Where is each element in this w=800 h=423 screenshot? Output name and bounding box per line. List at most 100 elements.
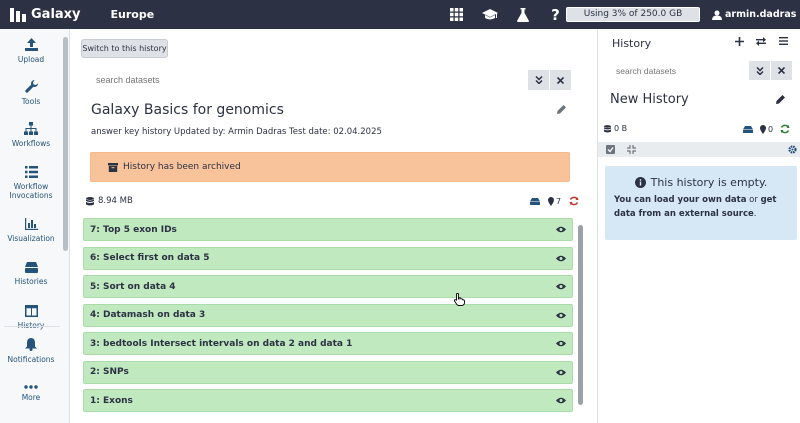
grid-icon[interactable]: [440, 0, 473, 29]
activity-bar: Upload Tools Workflows Workflow Invocati…: [0, 29, 70, 423]
deleted-filter[interactable]: [530, 197, 540, 205]
map-marker-icon: [760, 124, 766, 134]
dataset-item[interactable]: 5: Sort on data 4: [83, 275, 573, 298]
map-marker-icon: [548, 196, 554, 206]
dataset-list: 7: Top 5 exon IDs 6: Select first on dat…: [83, 218, 573, 418]
hdd-icon: [743, 125, 753, 133]
username: armin.dadras: [725, 9, 797, 20]
plus-icon[interactable]: [728, 37, 750, 46]
eye-icon[interactable]: [556, 283, 566, 290]
brand-logo[interactable]: Galaxy: [9, 7, 81, 23]
columns-icon: [24, 305, 38, 317]
quota-meter[interactable]: Using 3% of 250.0 GB: [566, 7, 700, 22]
dataset-list-scrollbar[interactable]: [578, 225, 583, 405]
user-menu[interactable]: armin.dadras: [712, 0, 796, 29]
check-square-icon[interactable]: [606, 145, 615, 154]
dataset-item[interactable]: 3: bedtools Intersect intervals on data …: [83, 332, 573, 355]
activity-notifications[interactable]: Notifications: [0, 338, 62, 364]
empty-history-body: You can load your own data or get data f…: [614, 195, 777, 219]
activity-visualization[interactable]: Visualization: [0, 218, 62, 243]
eye-icon[interactable]: [556, 226, 566, 233]
history-panel-title: History: [612, 37, 652, 50]
history-annotation: answer key history Updated by: Armin Dad…: [91, 127, 382, 137]
activity-tools[interactable]: Tools: [0, 80, 62, 106]
menu-icon[interactable]: [772, 37, 794, 46]
activity-upload[interactable]: Upload: [0, 38, 62, 64]
history-advanced-search-button[interactable]: [749, 61, 770, 80]
angle-double-down-icon: [534, 76, 543, 84]
history-size[interactable]: 8.94 MB: [86, 196, 133, 206]
masthead: Galaxy Europe ? Using 3% of 250.0 GB arm…: [0, 0, 800, 29]
eye-icon[interactable]: [556, 255, 566, 262]
get-data-link[interactable]: get: [761, 195, 777, 205]
eye-icon[interactable]: [556, 340, 566, 347]
database-icon: [24, 262, 38, 273]
archive-icon: [108, 162, 118, 172]
load-own-data-link[interactable]: You can load your own data: [614, 195, 746, 205]
current-history-size[interactable]: 0 B: [604, 124, 627, 133]
activity-histories[interactable]: Histories: [0, 262, 62, 286]
current-history-status: 0: [743, 124, 797, 134]
history-panel-search: [612, 61, 798, 80]
sitemap-icon: [24, 122, 38, 135]
hdd-icon: [530, 197, 540, 205]
exchange-icon[interactable]: [750, 37, 772, 46]
hidden-filter[interactable]: 0: [760, 124, 773, 134]
user-icon: [712, 10, 722, 20]
flask-icon[interactable]: [506, 0, 539, 29]
dataset-item[interactable]: 1: Exons: [83, 389, 573, 412]
clear-search-button[interactable]: [550, 70, 571, 90]
switch-to-history-button[interactable]: Switch to this history: [81, 39, 168, 58]
empty-history-title: This history is empty.: [613, 176, 789, 189]
edit-history-icon[interactable]: [557, 105, 566, 114]
center-search: [84, 70, 641, 90]
search-datasets-input[interactable]: [84, 70, 528, 90]
database-icon: [86, 196, 94, 205]
eye-icon[interactable]: [556, 312, 566, 319]
activity-scrollbar[interactable]: [63, 37, 68, 251]
hidden-filter[interactable]: 7: [548, 196, 561, 206]
dataset-item[interactable]: 2: SNPs: [83, 360, 573, 384]
activity-divider: [4, 326, 60, 327]
current-history-name: New History: [610, 92, 689, 107]
eye-icon[interactable]: [556, 369, 566, 376]
center-panel: Switch to this history Galaxy Basics for…: [70, 29, 595, 423]
activity-workflow-invocations[interactable]: Workflow Invocations: [0, 166, 62, 200]
instance-name[interactable]: Europe: [111, 8, 155, 21]
history-search-input[interactable]: [612, 61, 752, 80]
compress-icon[interactable]: [627, 145, 636, 154]
hand-pointer-cursor-icon: [454, 293, 465, 306]
history-status-counts: 7: [522, 196, 579, 206]
galaxy-logo-icon: [10, 7, 26, 22]
database-icon: [604, 124, 611, 132]
refresh-icon[interactable]: [569, 196, 579, 206]
bell-icon: [25, 338, 37, 351]
external-source-link[interactable]: data from an external source: [614, 209, 754, 219]
archived-notice: History has been archived: [90, 152, 570, 182]
close-icon: [778, 67, 785, 74]
dataset-item[interactable]: 6: Select first on data 5: [83, 246, 573, 270]
activity-more[interactable]: More: [0, 385, 62, 402]
empty-history-message: This history is empty. You can load your…: [605, 166, 797, 240]
eye-icon[interactable]: [556, 397, 566, 404]
list-icon: [24, 166, 38, 178]
refresh-icon[interactable]: [780, 124, 790, 134]
dataset-item[interactable]: 7: Top 5 exon IDs: [83, 218, 573, 241]
graduation-cap-icon[interactable]: [473, 0, 506, 29]
brand-name: Galaxy: [31, 7, 81, 22]
history-panel: History New History 0 B 0: [597, 29, 800, 423]
chart-icon: [24, 218, 38, 230]
gear-icon[interactable]: [788, 145, 797, 154]
masthead-icons: ?: [440, 0, 572, 29]
dataset-item[interactable]: 4: Datamash on data 3: [83, 303, 573, 327]
history-clear-search-button[interactable]: [771, 61, 792, 80]
info-circle-icon: [634, 177, 646, 188]
deleted-filter[interactable]: [743, 125, 753, 133]
activity-workflows[interactable]: Workflows: [0, 122, 62, 148]
advanced-search-button[interactable]: [528, 70, 549, 90]
history-selection-toolbar: [598, 142, 800, 157]
edit-history-icon[interactable]: [776, 95, 785, 104]
close-icon: [557, 76, 564, 84]
history-panel-actions: [728, 37, 794, 46]
angle-double-down-icon: [755, 66, 764, 75]
